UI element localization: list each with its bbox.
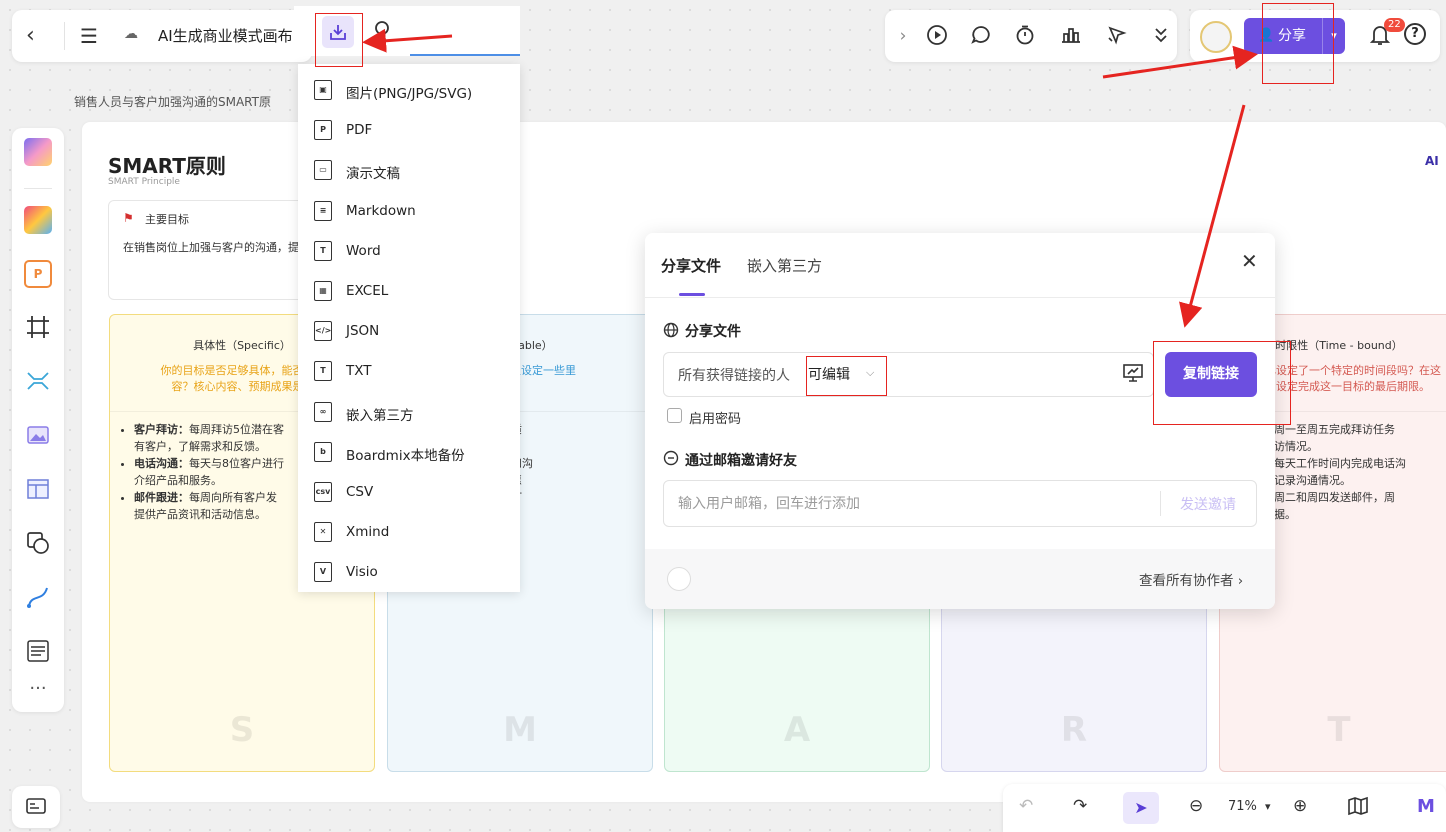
annotation-arrows (362, 28, 1258, 328)
